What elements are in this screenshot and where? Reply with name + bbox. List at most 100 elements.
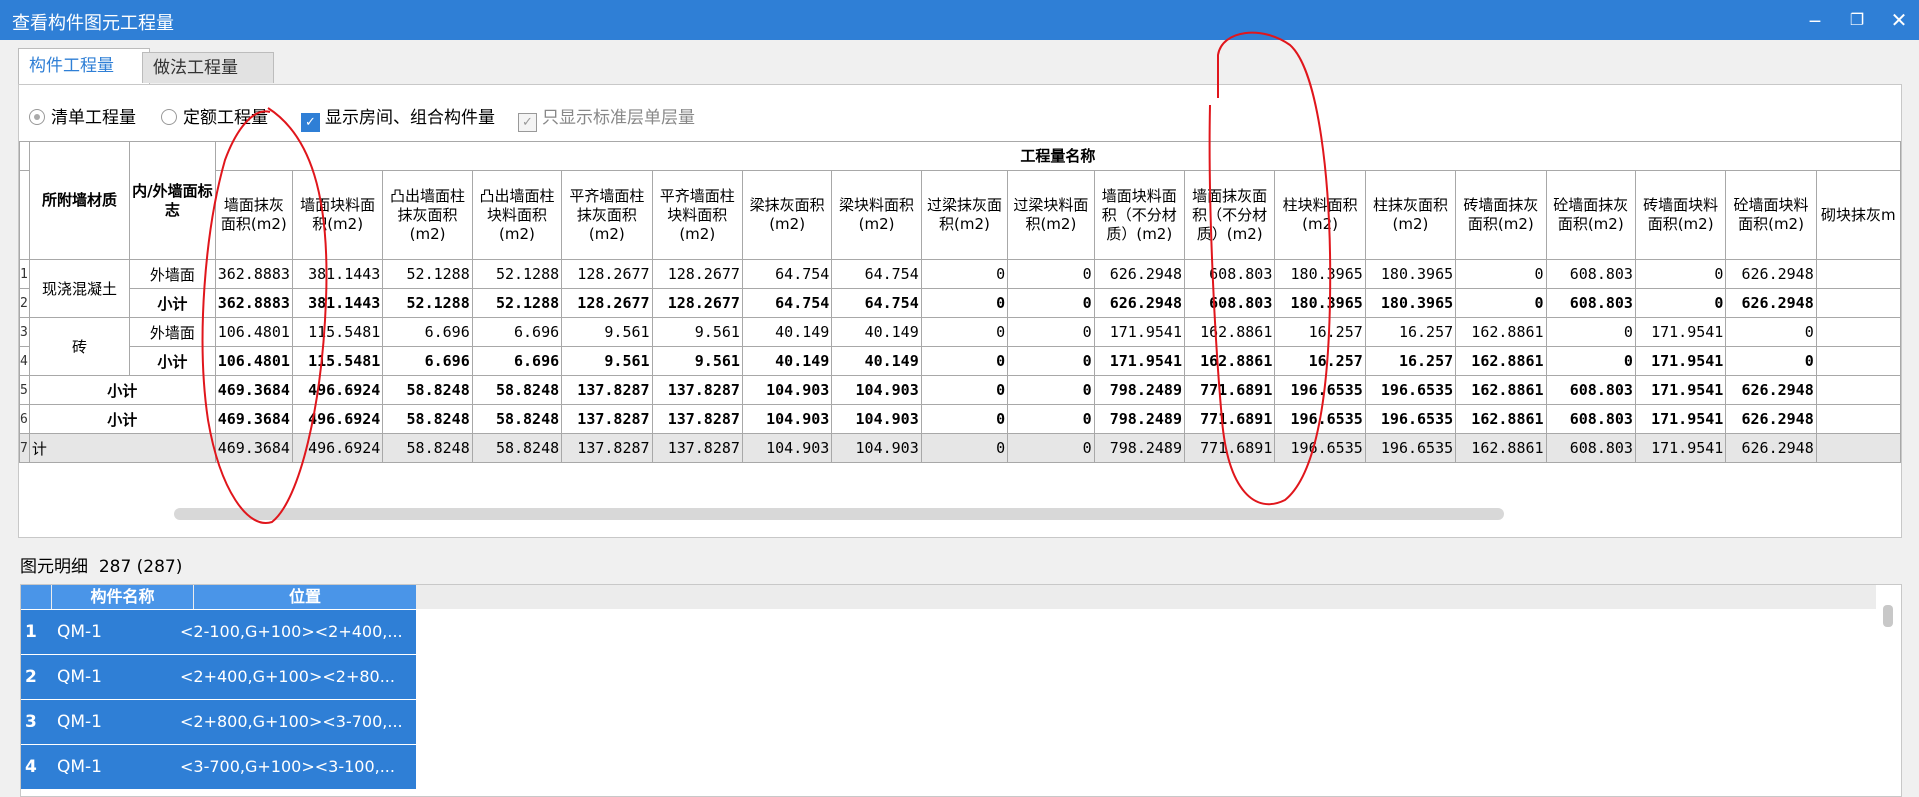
vertical-scrollbar[interactable] [1883,605,1893,627]
quantity-cell[interactable]: 196.6535 [1364,375,1457,405]
quantity-cell[interactable]: 608.803 [1183,259,1276,289]
quantity-cell[interactable]: 52.1288 [382,259,473,289]
quantity-cell[interactable]: 381.1443 [291,259,384,289]
quantity-cell[interactable]: 496.6924 [291,375,384,405]
quantity-cell[interactable]: 196.6535 [1274,404,1366,434]
quantity-cell[interactable]: 0 [1007,317,1095,347]
quantity-cell[interactable]: 0 [1007,288,1095,318]
quantity-cell[interactable]: 362.8883 [214,259,293,289]
quantity-cell[interactable] [1815,288,1902,318]
quantity-cell[interactable]: 52.1288 [471,288,563,318]
quantity-cell[interactable]: 106.4801 [214,346,293,376]
quantity-cell[interactable]: 469.3684 [214,375,293,405]
quantity-cell[interactable]: 128.2677 [651,259,743,289]
quantity-cell[interactable]: 196.6535 [1364,433,1457,463]
quantity-cell[interactable] [1815,404,1902,434]
column-header[interactable]: 砼墙面抹灰面积(m2) [1545,170,1636,260]
quantity-cell[interactable]: 104.903 [741,433,833,463]
column-header[interactable]: 平齐墙面柱块料面积(m2) [651,170,743,260]
table-row[interactable]: 4 小计 106.4801 115.5481 6.696 6.696 9.561 9.561 4… [19,346,1902,376]
table-row[interactable]: 7 计 469.3684 496.6924 58.8248 58.8248 137.8287… [19,433,1902,463]
detail-row[interactable]: 1 QM-1 <2-100,G+100><2+400,... [21,610,416,655]
quantity-cell[interactable]: 40.149 [741,346,833,376]
quantity-cell[interactable]: 0 [920,404,1009,434]
quantity-cell[interactable]: 798.2489 [1093,433,1185,463]
table-row[interactable]: 6 小计 469.3684 496.6924 58.8248 58.8248 137.828… [19,404,1902,434]
quantity-cell[interactable]: 626.2948 [1093,288,1185,318]
quantity-cell[interactable]: 9.561 [561,346,653,376]
quantity-cell[interactable] [1815,317,1902,347]
quantity-cell[interactable]: 16.257 [1274,346,1366,376]
quota-quantity-radio[interactable]: 定额工程量 [161,103,268,128]
column-header[interactable]: 凸出墙面柱抹灰面积(m2) [382,170,473,260]
column-header[interactable]: 平齐墙面柱抹灰面积(m2) [561,170,653,260]
quantity-cell[interactable]: 626.2948 [1725,259,1817,289]
quantity-cell[interactable]: 0 [1634,288,1727,318]
quantity-cell[interactable]: 771.6891 [1183,375,1276,405]
quantity-cell[interactable]: 104.903 [741,375,833,405]
quantity-cell[interactable]: 0 [1007,346,1095,376]
quantity-cell[interactable]: 16.257 [1274,317,1366,347]
quantity-cell[interactable]: 0 [1725,317,1817,347]
quantity-cell[interactable]: 626.2948 [1725,288,1817,318]
quantity-cell[interactable]: 162.8861 [1455,433,1547,463]
quantity-cell[interactable]: 58.8248 [382,375,473,405]
quantity-cell[interactable]: 0 [920,346,1009,376]
quantity-cell[interactable]: 6.696 [382,317,473,347]
column-header[interactable]: 墙面块料面积(m2) [291,170,384,260]
column-header[interactable]: 过梁抹灰面积(m2) [920,170,1009,260]
quantity-cell[interactable]: 137.8287 [651,375,743,405]
quantity-cell[interactable]: 0 [1634,259,1727,289]
quantity-cell[interactable]: 58.8248 [382,404,473,434]
quantity-cell[interactable]: 137.8287 [651,404,743,434]
quantity-cell[interactable]: 9.561 [651,346,743,376]
quantity-cell[interactable]: 381.1443 [291,288,384,318]
quantity-cell[interactable]: 180.3965 [1274,288,1366,318]
quantity-cell[interactable]: 64.754 [741,259,833,289]
quantity-cell[interactable]: 608.803 [1183,288,1276,318]
quantity-cell[interactable]: 52.1288 [382,288,473,318]
table-row[interactable]: 1 现浇混凝土 外墙面 362.8883 381.1443 52.1288 52.1288 1… [19,259,1902,318]
quantity-cell[interactable]: 0 [1007,259,1095,289]
quantity-cell[interactable]: 162.8861 [1183,346,1276,376]
quantity-cell[interactable]: 0 [920,375,1009,405]
quantity-cell[interactable]: 115.5481 [291,346,384,376]
quantity-cell[interactable]: 58.8248 [471,375,563,405]
quantity-cell[interactable]: 16.257 [1364,317,1457,347]
quantity-cell[interactable]: 171.9541 [1634,404,1727,434]
column-header[interactable]: 柱块料面积(m2) [1274,170,1366,260]
quantity-cell[interactable]: 608.803 [1545,288,1636,318]
quantity-cell[interactable]: 128.2677 [651,288,743,318]
quantity-cell[interactable]: 0 [1545,346,1636,376]
column-header[interactable]: 砖墙面抹灰面积(m2) [1455,170,1547,260]
quantity-cell[interactable]: 496.6924 [291,404,384,434]
horizontal-scrollbar[interactable] [174,508,1504,520]
quantity-cell[interactable]: 162.8861 [1455,346,1547,376]
quantity-cell[interactable]: 626.2948 [1725,404,1817,434]
column-header[interactable]: 凸出墙面柱块料面积(m2) [471,170,563,260]
quantity-cell[interactable]: 137.8287 [561,375,653,405]
minimize-icon[interactable]: ‒ [1800,6,1830,34]
quantity-cell[interactable]: 58.8248 [382,433,473,463]
detail-row[interactable]: 4 QM-1 <3-700,G+100><3-100,... [21,745,416,790]
quantity-cell[interactable]: 137.8287 [651,433,743,463]
quantity-cell[interactable]: 496.6924 [291,433,384,463]
quantity-cell[interactable]: 362.8883 [214,288,293,318]
quantity-cell[interactable]: 0 [1007,375,1095,405]
quantity-cell[interactable]: 128.2677 [561,288,653,318]
column-header[interactable]: 墙面抹灰面积（不分材质）(m2) [1183,170,1276,260]
column-header[interactable]: 砖墙面块料面积(m2) [1634,170,1727,260]
quantity-cell[interactable]: 104.903 [831,433,922,463]
quantity-cell[interactable]: 171.9541 [1634,317,1727,347]
quantity-cell[interactable]: 469.3684 [214,404,293,434]
quantity-cell[interactable]: 9.561 [651,317,743,347]
quantity-cell[interactable]: 0 [920,259,1009,289]
show-room-checkbox[interactable]: ✓ 显示房间、组合构件量 [301,103,495,132]
quantity-cell[interactable]: 171.9541 [1634,375,1727,405]
quantity-cell[interactable]: 626.2948 [1725,433,1817,463]
column-header[interactable]: 过梁块料面积(m2) [1007,170,1095,260]
quantity-cell[interactable] [1815,259,1902,289]
quantity-cell[interactable]: 171.9541 [1093,317,1185,347]
table-row[interactable]: 2 小计 362.8883 381.1443 52.1288 52.1288 128.267… [19,288,1902,318]
quantity-cell[interactable]: 52.1288 [471,259,563,289]
